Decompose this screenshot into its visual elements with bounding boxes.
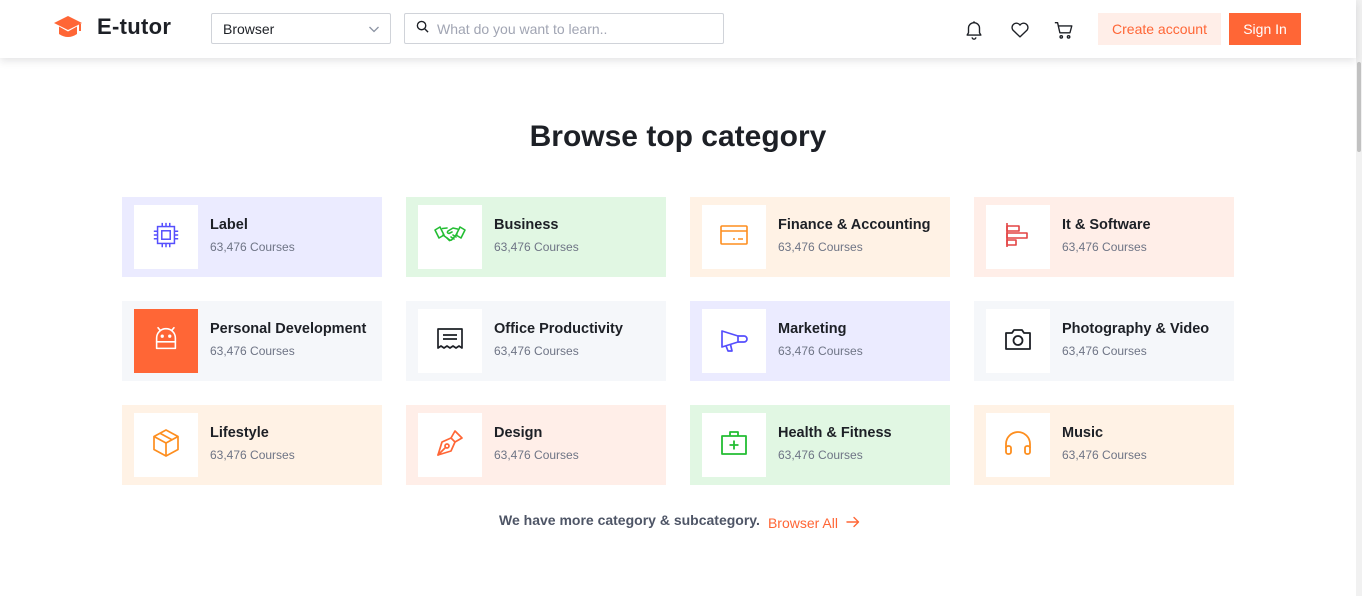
category-name: Marketing	[778, 321, 847, 337]
first-aid-kit-icon	[718, 427, 750, 464]
search-icon	[416, 20, 429, 38]
browse-dropdown[interactable]: Browser	[211, 13, 391, 44]
more-categories-row: We have more category & subcategory. Bro…	[0, 512, 1356, 531]
category-icon-box	[986, 309, 1050, 373]
arrow-right-icon	[838, 515, 860, 531]
category-grid: Label 63,476 Courses Business 63,476 Cou…	[122, 197, 1234, 485]
sign-in-button[interactable]: Sign In	[1229, 13, 1301, 45]
category-card-it-software[interactable]: It & Software 63,476 Courses	[974, 197, 1234, 277]
browse-dropdown-value: Browser	[223, 20, 275, 37]
category-icon-box	[418, 309, 482, 373]
category-course-count: 63,476 Courses	[210, 344, 295, 358]
category-course-count: 63,476 Courses	[1062, 344, 1147, 358]
category-name: Health & Fitness	[778, 425, 892, 441]
graduation-cap-icon	[53, 12, 83, 42]
category-card-business[interactable]: Business 63,476 Courses	[406, 197, 666, 277]
category-card-office-productivity[interactable]: Office Productivity 63,476 Courses	[406, 301, 666, 381]
category-name: Music	[1062, 425, 1104, 441]
search-input[interactable]	[435, 19, 709, 38]
category-icon-box	[134, 205, 198, 269]
android-icon	[151, 324, 181, 359]
category-name: Label	[210, 217, 248, 233]
category-name: It & Software	[1062, 217, 1151, 233]
category-icon-box	[702, 205, 766, 269]
category-name: Design	[494, 425, 543, 441]
headphones-icon	[1002, 427, 1034, 464]
logo[interactable]: E-tutor	[53, 12, 171, 42]
top-navbar: E-tutor Browser Create account Sign I	[0, 0, 1356, 58]
category-course-count: 63,476 Courses	[494, 240, 579, 254]
category-name: Personal Development	[210, 321, 367, 337]
category-icon-box	[702, 413, 766, 477]
category-name: Business	[494, 217, 559, 233]
category-card-label[interactable]: Label 63,476 Courses	[122, 197, 382, 277]
category-course-count: 63,476 Courses	[1062, 240, 1147, 254]
receipt-icon	[434, 323, 466, 360]
category-course-count: 63,476 Courses	[778, 448, 863, 462]
pen-nib-icon	[434, 427, 466, 464]
category-name: Finance & Accounting	[778, 217, 931, 233]
category-icon-box	[134, 309, 198, 373]
category-course-count: 63,476 Courses	[210, 240, 295, 254]
browse-all-label: Browser All	[767, 515, 838, 531]
browse-all-link[interactable]: Browser All	[768, 515, 860, 531]
category-icon-box	[986, 205, 1050, 269]
chevron-down-icon	[368, 22, 380, 38]
bar-chart-icon	[1002, 219, 1034, 256]
category-course-count: 63,476 Courses	[210, 448, 295, 462]
category-name: Photography & Video	[1062, 321, 1210, 337]
category-course-count: 63,476 Courses	[494, 344, 579, 358]
shopping-cart-icon[interactable]	[1053, 19, 1075, 41]
cpu-chip-icon	[151, 220, 181, 255]
logo-text: E-tutor	[97, 14, 172, 39]
heart-icon[interactable]	[1009, 19, 1031, 41]
category-card-finance-accounting[interactable]: Finance & Accounting 63,476 Courses	[690, 197, 950, 277]
more-categories-text: We have more category & subcategory.	[499, 512, 760, 528]
category-name: Lifestyle	[210, 425, 269, 441]
category-course-count: 63,476 Courses	[778, 344, 863, 358]
category-icon-box	[418, 413, 482, 477]
megaphone-icon	[718, 323, 750, 360]
category-icon-box	[702, 309, 766, 373]
camera-icon	[1002, 323, 1034, 360]
create-account-button[interactable]: Create account	[1098, 13, 1221, 45]
category-card-marketing[interactable]: Marketing 63,476 Courses	[690, 301, 950, 381]
category-icon-box	[134, 413, 198, 477]
package-icon	[150, 427, 182, 464]
category-card-photography-video[interactable]: Photography & Video 63,476 Courses	[974, 301, 1234, 381]
bell-icon[interactable]	[963, 19, 985, 41]
category-course-count: 63,476 Courses	[1062, 448, 1147, 462]
credit-card-icon	[718, 219, 750, 256]
category-card-personal-development[interactable]: Personal Development 63,476 Courses	[122, 301, 382, 381]
category-course-count: 63,476 Courses	[778, 240, 863, 254]
scrollbar-thumb[interactable]	[1357, 62, 1361, 152]
category-card-design[interactable]: Design 63,476 Courses	[406, 405, 666, 485]
category-card-health-fitness[interactable]: Health & Fitness 63,476 Courses	[690, 405, 950, 485]
category-course-count: 63,476 Courses	[494, 448, 579, 462]
handshake-icon	[433, 218, 467, 257]
section-title: Browse top category	[529, 120, 827, 153]
category-card-music[interactable]: Music 63,476 Courses	[974, 405, 1234, 485]
category-icon-box	[986, 413, 1050, 477]
category-card-lifestyle[interactable]: Lifestyle 63,476 Courses	[122, 405, 382, 485]
category-name: Office Productivity	[494, 321, 623, 337]
category-icon-box	[418, 205, 482, 269]
search-bar	[404, 13, 724, 44]
